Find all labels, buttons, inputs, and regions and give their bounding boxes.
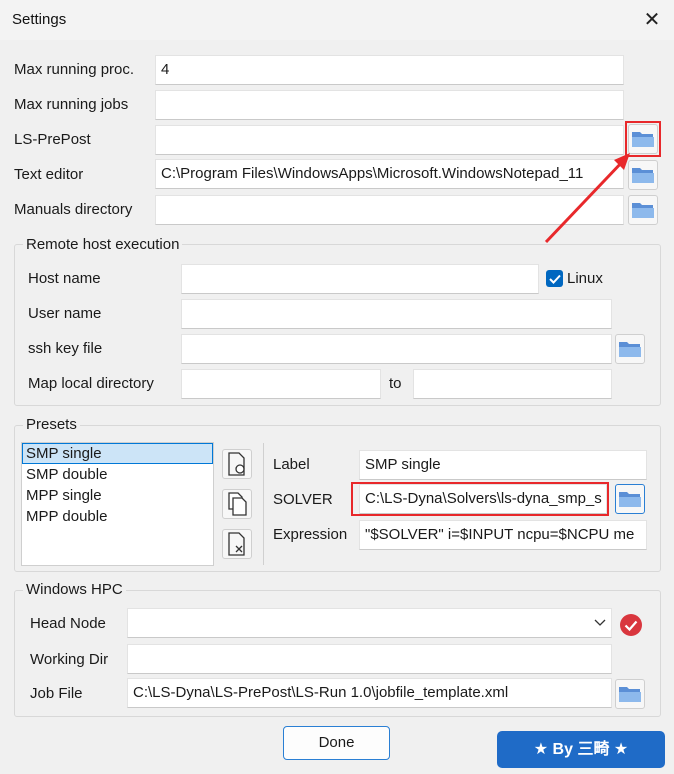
solver-input[interactable]: C:\LS-Dyna\Solvers\ls-dyna_smp_s	[359, 484, 607, 514]
user-name-input[interactable]	[181, 299, 612, 329]
job-file-browse-button[interactable]	[615, 679, 645, 709]
windows-hpc-title: Windows HPC	[23, 581, 126, 598]
new-document-icon	[228, 452, 245, 476]
copy-preset-button[interactable]	[222, 489, 252, 519]
job-file-label: Job File	[30, 685, 83, 702]
solver-label: SOLVER	[273, 491, 333, 508]
max-running-proc-input[interactable]: 4	[155, 55, 624, 85]
done-button[interactable]: Done	[283, 726, 390, 760]
close-button[interactable]: ✕	[638, 6, 666, 34]
preset-label-input[interactable]: SMP single	[359, 450, 647, 480]
map-local-directory-input[interactable]	[181, 369, 381, 399]
presets-title: Presets	[23, 416, 80, 433]
presets-list: SMP single SMP double MPP single MPP dou…	[21, 442, 214, 566]
head-node-select[interactable]	[127, 608, 612, 638]
title-bar	[0, 0, 674, 40]
working-dir-label: Working Dir	[30, 651, 109, 668]
map-to-label: to	[389, 375, 402, 392]
head-node-label: Head Node	[30, 615, 106, 632]
new-preset-button[interactable]	[222, 449, 252, 479]
delete-preset-button[interactable]	[222, 529, 252, 559]
folder-icon	[619, 492, 641, 507]
list-item[interactable]: SMP single	[22, 443, 213, 464]
expression-input[interactable]: "$SOLVER" i=$INPUT ncpu=$NCPU me	[359, 520, 647, 550]
checkmark-icon	[548, 274, 561, 284]
linux-checkbox[interactable]	[546, 270, 563, 287]
folder-icon	[619, 342, 641, 357]
max-running-proc-label: Max running proc.	[14, 61, 135, 78]
max-running-jobs-label: Max running jobs	[14, 96, 129, 113]
folder-icon	[632, 132, 654, 147]
remote-host-title: Remote host execution	[23, 236, 183, 253]
close-icon: ✕	[643, 9, 661, 31]
folder-icon	[619, 687, 641, 702]
author-badge: ★ By 三畸 ★	[497, 731, 665, 768]
ssh-key-browse-button[interactable]	[615, 334, 645, 364]
expression-label: Expression	[273, 526, 348, 543]
linux-label: Linux	[567, 270, 603, 287]
copy-icon	[228, 492, 247, 516]
job-file-input[interactable]: C:\LS-Dyna\LS-PrePost\LS-Run 1.0\jobfile…	[127, 678, 612, 708]
host-name-input[interactable]	[181, 264, 539, 294]
window-title: Settings	[12, 11, 67, 28]
ls-prepost-label: LS-PrePost	[14, 131, 91, 148]
preset-label-label: Label	[273, 456, 310, 473]
solver-browse-button[interactable]	[615, 484, 645, 514]
map-local-directory-label: Map local directory	[28, 375, 154, 392]
annotation-arrow	[544, 153, 630, 244]
host-name-label: Host name	[28, 270, 101, 287]
map-to-input[interactable]	[413, 369, 612, 399]
presets-divider	[263, 443, 264, 565]
max-running-jobs-input[interactable]	[155, 90, 624, 120]
text-editor-label: Text editor	[14, 166, 84, 183]
user-name-label: User name	[28, 305, 102, 322]
working-dir-input[interactable]	[127, 644, 612, 674]
ssh-key-file-label: ssh key file	[28, 340, 103, 357]
list-item[interactable]: MPP single	[22, 485, 213, 506]
check-status-icon[interactable]	[619, 613, 643, 637]
list-item[interactable]: MPP double	[22, 506, 213, 527]
ssh-key-file-input[interactable]	[181, 334, 612, 364]
manuals-directory-label: Manuals directory	[14, 201, 133, 218]
delete-document-icon	[228, 532, 245, 556]
chevron-down-icon[interactable]	[594, 617, 606, 627]
list-item[interactable]: SMP double	[22, 464, 213, 485]
